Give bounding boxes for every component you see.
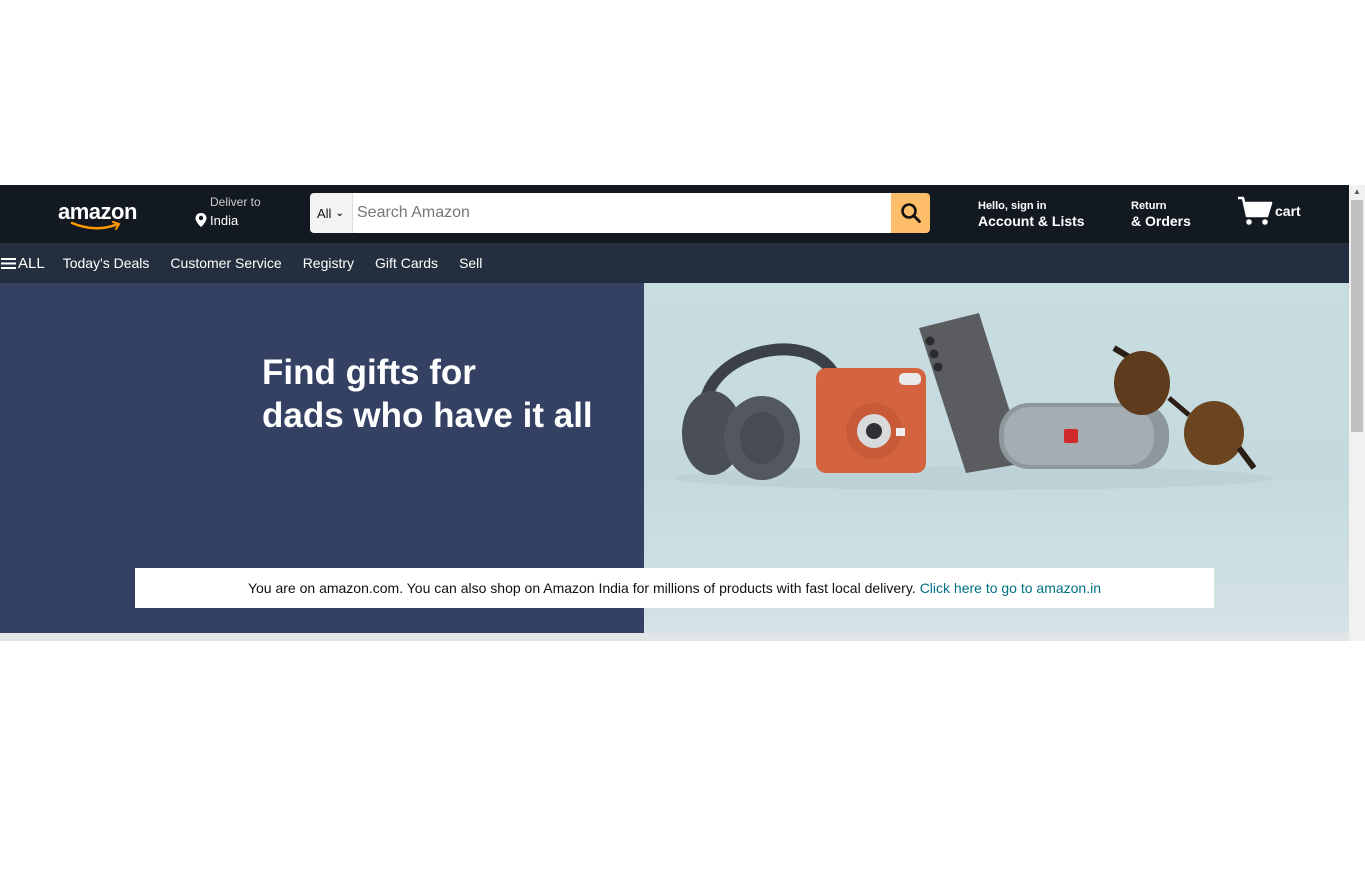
returns-and-orders[interactable]: Return & Orders [1131, 200, 1191, 229]
nav-todays-deals[interactable]: Today's Deals [63, 255, 150, 271]
sub-nav-bar: ALL Today's Deals Customer Service Regis… [0, 243, 1349, 283]
search-bar: All ⌄ [310, 193, 930, 233]
page-scrollbar[interactable]: ▲ [1349, 185, 1365, 641]
search-input[interactable] [353, 193, 891, 233]
hero-title: Find gifts for dads who have it all [262, 351, 622, 437]
instant-camera-icon [816, 368, 926, 473]
notice-text: You are on amazon.com. You can also shop… [247, 580, 916, 596]
location-pin-icon [195, 213, 207, 227]
all-menu-button[interactable]: ALL [1, 255, 45, 272]
account-and-lists[interactable]: Hello, sign in Account & Lists [978, 200, 1085, 229]
search-category-select[interactable]: All ⌄ [310, 193, 353, 233]
search-button[interactable] [891, 193, 930, 233]
go-to-amazon-in-link[interactable]: Click here to go to amazon.in [920, 580, 1101, 596]
cart-label: cart [1275, 203, 1301, 219]
deliver-label: Deliver to [210, 195, 261, 209]
headphones-icon [682, 343, 845, 480]
account-greeting: Hello, sign in [978, 200, 1047, 212]
content-divider [0, 633, 1349, 641]
scroll-up-arrow-icon[interactable]: ▲ [1353, 187, 1361, 196]
orders-label: & Orders [1131, 213, 1191, 229]
nav-sell[interactable]: Sell [459, 255, 482, 271]
hamburger-menu-icon [1, 257, 16, 269]
hero-title-line2: dads who have it all [262, 396, 593, 435]
cart-icon [1238, 196, 1273, 225]
nav-gift-cards[interactable]: Gift Cards [375, 255, 438, 271]
scrollbar-thumb[interactable] [1351, 200, 1363, 432]
nav-customer-service[interactable]: Customer Service [170, 255, 281, 271]
returns-label: Return [1131, 200, 1167, 212]
all-menu-label: ALL [18, 254, 45, 272]
account-label: Account & Lists [978, 213, 1085, 229]
logo-smile-icon [70, 221, 121, 230]
search-category-value: All [317, 205, 332, 221]
search-icon [900, 203, 921, 223]
page: amazon Deliver to India All ⌄ Search Ama… [0, 0, 1365, 889]
cart-button[interactable]: cart [1237, 195, 1301, 227]
amazon-logo[interactable]: amazon [56, 199, 142, 231]
top-nav-bar: amazon Deliver to India All ⌄ Search Ama… [0, 185, 1349, 243]
deliver-to[interactable]: Deliver to India [194, 195, 261, 228]
hero-title-line1: Find gifts for [262, 353, 476, 392]
nav-registry[interactable]: Registry [303, 255, 354, 271]
deliver-location: India [210, 212, 239, 228]
locale-notice-bar: You are on amazon.com. You can also shop… [135, 568, 1214, 608]
chevron-down-icon: ⌄ [335, 207, 344, 219]
